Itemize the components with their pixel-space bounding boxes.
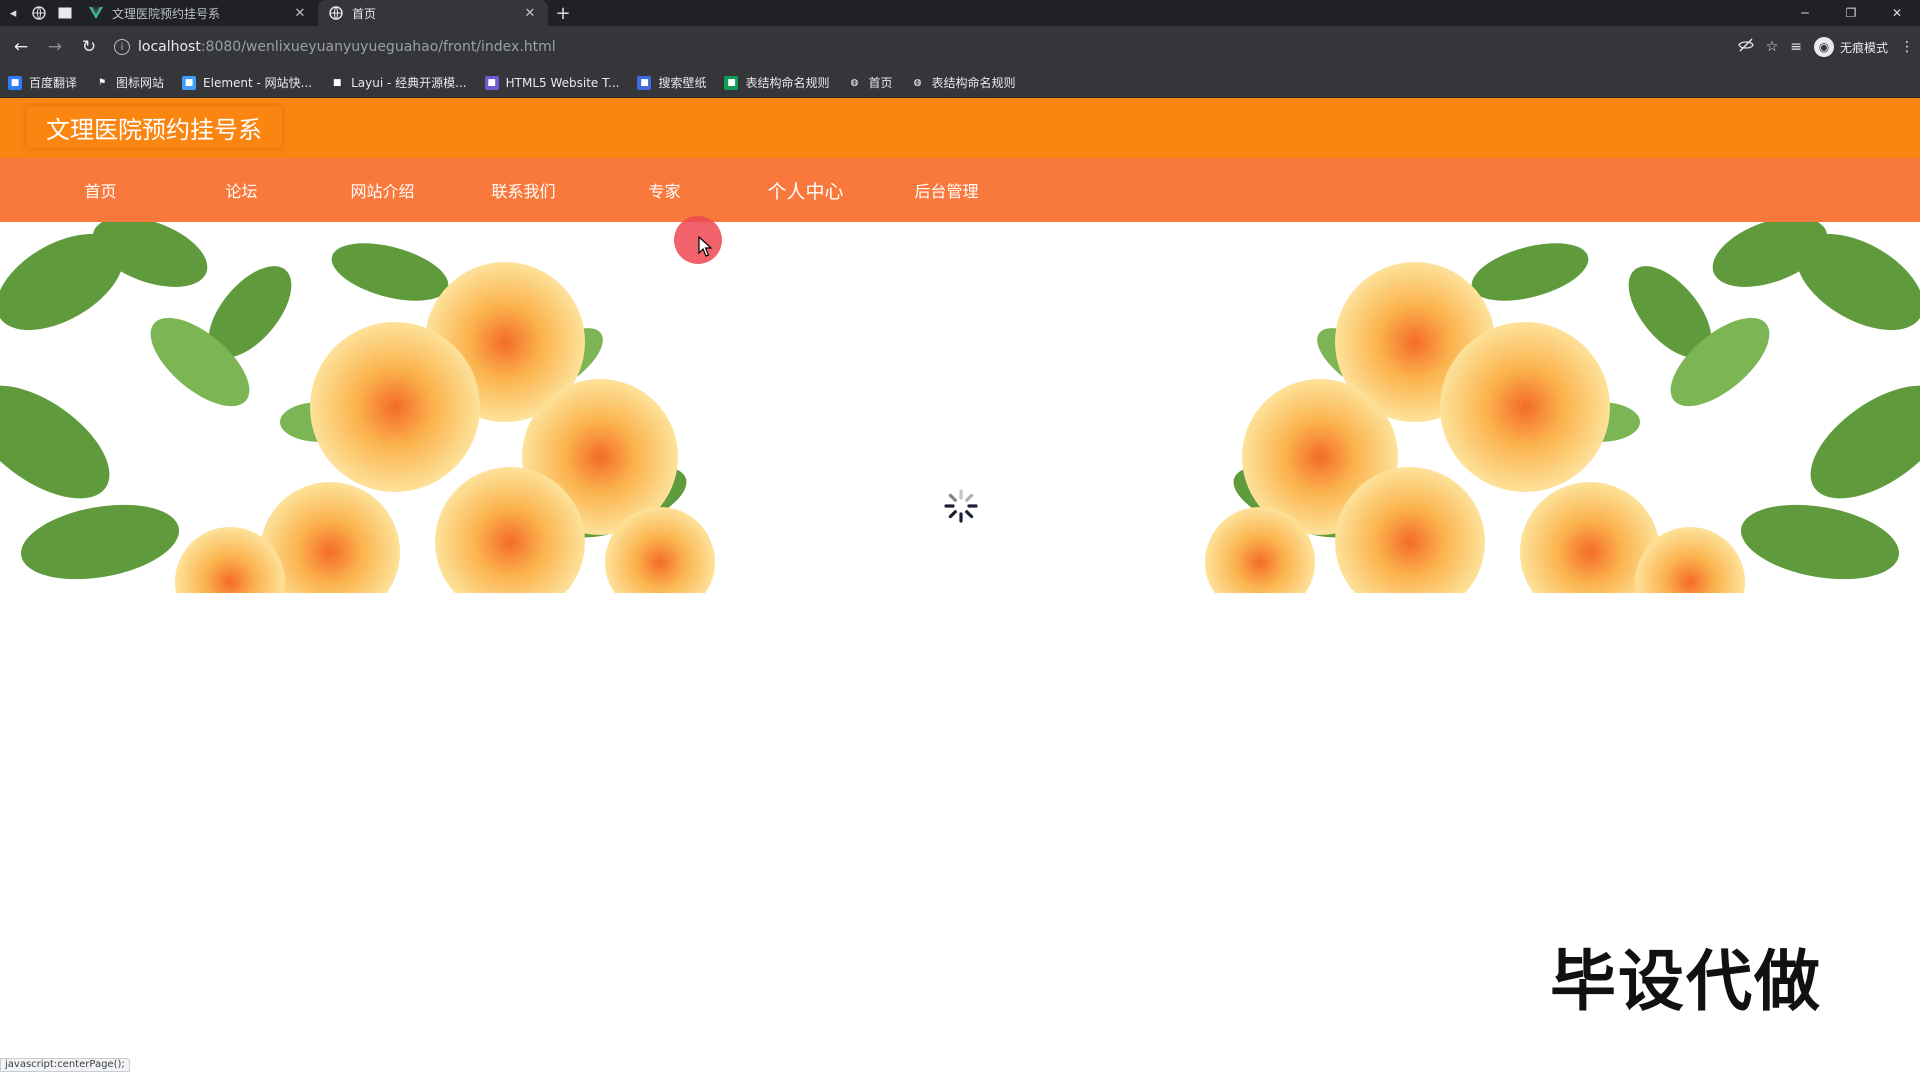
bookmarks-bar: ■ 百度翻译 ⚑ 图标网站 ■ Element - 网站快... ■ Layui - 经典开源… (0, 68, 1920, 98)
bookmark-item[interactable]: ■ 表结构命名规则 (724, 74, 829, 91)
bookmark-label: Layui - 经典开源模... (351, 76, 467, 90)
nav-item-forum[interactable]: 论坛 (171, 178, 312, 202)
bookmark-label: 表结构命名规则 (931, 76, 1016, 90)
main-nav: 首页 论坛 网站介绍 联系我们 专家 个人中心 后台管理 (0, 158, 1920, 222)
site-header: 文理医院预约挂号系 (0, 98, 1920, 158)
tab-audio-icon[interactable]: ◂ (0, 0, 26, 26)
bookmark-item[interactable]: ■ Layui - 经典开源模... (330, 74, 467, 91)
site-info-icon[interactable]: i (114, 39, 130, 55)
bookmark-item[interactable]: ◍ 表结构命名规则 (910, 74, 1016, 91)
watermark-text: 毕设代做 (1550, 943, 1822, 1020)
new-tab-button[interactable]: + (548, 3, 578, 24)
forward-arrow-icon[interactable]: → (40, 32, 70, 62)
nav-item-admin[interactable]: 后台管理 (876, 178, 1017, 202)
baidu-translate-icon: ■ (8, 75, 22, 90)
bookmark-item[interactable]: ■ 百度翻译 (8, 74, 77, 91)
tab-title: 首页 (352, 6, 377, 21)
close-window-icon[interactable]: ✕ (1874, 0, 1920, 26)
nav-item-experts[interactable]: 专家 (594, 178, 735, 202)
tab-close-icon[interactable]: ✕ (292, 6, 308, 21)
browser-tab-strip: ◂ 文理医院预约挂号系 ✕ 首页 ✕ + ─ ❐ ✕ (0, 0, 1920, 26)
sheet-icon: ■ (724, 75, 739, 90)
bookmark-item[interactable]: ⚑ 图标网站 (95, 74, 164, 91)
bookmark-label: 百度翻译 (29, 76, 78, 90)
url-host: localhost (138, 39, 201, 55)
bookmark-item[interactable]: ■ HTML5 Website T... (484, 75, 620, 90)
minimize-icon[interactable]: ─ (1782, 0, 1828, 26)
bookmark-label: 首页 (868, 76, 893, 90)
nav-item-home[interactable]: 首页 (30, 178, 171, 202)
hero-banner[interactable] (0, 222, 1920, 593)
eye-off-icon[interactable] (1737, 38, 1754, 56)
loading-spinner-icon (944, 489, 978, 523)
browser-toolbar: ← → ↻ i localhost:8080/wenlixueyuanyuyue… (0, 26, 1920, 68)
wallpaper-icon: ■ (637, 75, 652, 90)
rose-bouquet-right-image (1205, 222, 1920, 593)
globe-icon: ◍ (847, 75, 862, 90)
nav-item-contact[interactable]: 联系我们 (453, 178, 594, 202)
page-viewport: 文理医院预约挂号系 首页 论坛 网站介绍 联系我们 专家 个人中心 后台管理 毕… (0, 98, 1920, 1072)
bookmark-label: 图标网站 (116, 76, 165, 90)
bookmark-item[interactable]: ■ 搜索壁纸 (637, 74, 706, 91)
tab-title: 文理医院预约挂号系 (112, 6, 221, 21)
profile-label: 无痕模式 (1839, 40, 1888, 55)
address-bar[interactable]: i localhost:8080/wenlixueyuanyuyueguahao… (108, 32, 1734, 62)
nav-item-personal-center[interactable]: 个人中心 (735, 177, 876, 204)
bookmark-label: HTML5 Website T... (505, 75, 620, 90)
bookmark-star-icon[interactable]: ☆ (1766, 39, 1779, 55)
incognito-profile[interactable]: ◉ 无痕模式 (1813, 37, 1888, 57)
reload-icon[interactable]: ↻ (74, 32, 104, 62)
layui-icon: ■ (330, 75, 345, 90)
mouse-cursor-icon (698, 236, 713, 257)
restore-icon[interactable]: ❐ (1828, 0, 1874, 26)
html5-template-icon: ■ (484, 75, 499, 90)
bookmark-label: Element - 网站快... (203, 76, 313, 90)
globe-icon: ◍ (910, 75, 925, 90)
bookmark-item[interactable]: ■ Element - 网站快... (182, 74, 312, 91)
element-icon: ■ (182, 75, 197, 90)
rose-bouquet-left-image (0, 222, 715, 593)
incognito-icon: ◉ (1813, 37, 1834, 57)
url-path: :8080/wenlixueyuanyuyueguahao/front/inde… (200, 39, 556, 55)
globe-icon (328, 5, 344, 21)
tab-hospital-booking[interactable]: 文理医院预约挂号系 ✕ (78, 0, 318, 26)
tab-window-icon[interactable] (52, 0, 78, 26)
window-controls: ─ ❐ ✕ (1782, 0, 1920, 26)
tab-home[interactable]: 首页 ✕ (318, 0, 548, 26)
reading-list-icon[interactable]: ≡ (1790, 39, 1802, 55)
link-status-bubble: javascript:centerPage(); (0, 1058, 130, 1072)
menu-kebab-icon[interactable]: ⋮ (1900, 39, 1914, 55)
bookmark-label: 搜索壁纸 (658, 76, 707, 90)
site-title: 文理医院预约挂号系 (26, 106, 282, 148)
bookmark-label: 表结构命名规则 (745, 76, 830, 90)
nav-item-about[interactable]: 网站介绍 (312, 178, 453, 202)
globe-icon[interactable] (26, 0, 52, 26)
bookmark-item[interactable]: ◍ 首页 (847, 74, 893, 91)
tab-close-icon[interactable]: ✕ (522, 6, 538, 21)
back-arrow-icon[interactable]: ← (6, 32, 36, 62)
flag-icon: ⚑ (95, 75, 110, 90)
vue-logo-icon (88, 5, 104, 21)
